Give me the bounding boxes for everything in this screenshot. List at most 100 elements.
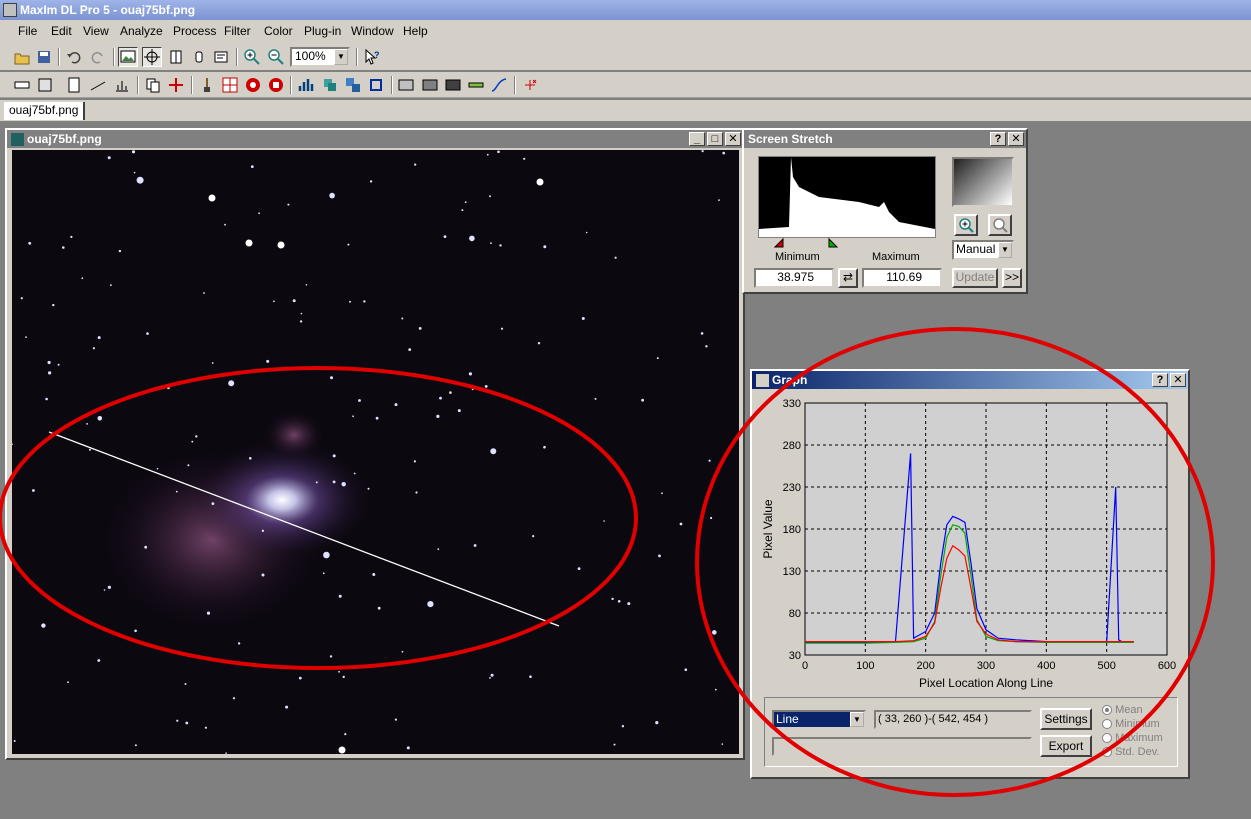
record-icon[interactable] — [243, 75, 263, 95]
stop-record-icon[interactable] — [266, 75, 286, 95]
update-button[interactable]: Update — [952, 268, 998, 288]
crosshair-red-icon[interactable] — [166, 75, 186, 95]
screen-stretch-titlebar[interactable]: Screen Stretch — [744, 130, 1026, 148]
astro-image[interactable] — [12, 150, 739, 754]
maximum-input[interactable]: 110.69 — [862, 268, 942, 288]
ruler-icon[interactable] — [12, 75, 32, 95]
measure-icon[interactable] — [88, 75, 108, 95]
chevron-down-icon[interactable]: ▼ — [850, 712, 864, 727]
graph-titlebar[interactable]: Graph — [752, 371, 1188, 389]
stretch-mode-select[interactable]: Manual ▼ — [952, 240, 1014, 260]
menu-analyze[interactable]: Analyze — [120, 24, 163, 38]
stack-icon[interactable] — [320, 75, 340, 95]
menu-view[interactable]: View — [83, 24, 109, 38]
save-icon[interactable] — [34, 47, 54, 67]
menu-color[interactable]: Color — [264, 24, 293, 38]
redo-icon[interactable] — [88, 47, 108, 67]
chevron-down-icon[interactable]: ▼ — [998, 242, 1012, 258]
bright-star — [338, 746, 346, 754]
menu-filter[interactable]: Filter — [224, 24, 251, 38]
minimum-marker-icon[interactable] — [774, 238, 788, 248]
help-icon[interactable]: ? — [990, 132, 1006, 146]
image-view-icon[interactable] — [118, 47, 138, 67]
settings-button[interactable]: Settings — [1040, 708, 1092, 730]
star — [415, 491, 418, 494]
maximize-icon[interactable]: □ — [707, 132, 723, 146]
option-minimum[interactable]: Minimum — [1102, 717, 1163, 731]
star — [211, 362, 214, 364]
minimize-icon[interactable]: _ — [689, 132, 705, 146]
minimum-input[interactable]: 38.975 — [754, 268, 834, 288]
star — [611, 597, 614, 601]
zoom-out-icon[interactable] — [266, 47, 286, 67]
image-b-icon[interactable] — [420, 75, 440, 95]
star — [323, 551, 330, 559]
menu-file[interactable]: File — [18, 24, 37, 38]
star — [532, 535, 535, 538]
grid-icon[interactable] — [220, 75, 240, 95]
image-window-titlebar[interactable]: ouaj75bf.png — [7, 130, 743, 148]
star — [353, 472, 356, 475]
option-mean[interactable]: Mean — [1102, 703, 1163, 717]
chevron-down-icon[interactable]: ▼ — [334, 49, 348, 65]
meter-icon[interactable] — [466, 75, 486, 95]
zoom-select[interactable]: 100% ▼ — [290, 47, 350, 67]
image-c-icon[interactable] — [443, 75, 463, 95]
histogram-icon[interactable] — [296, 75, 316, 95]
zoom-in-button[interactable] — [954, 214, 978, 236]
split-icon[interactable] — [166, 47, 186, 67]
line-profile-chart[interactable]: 0 100 200 300 400 500 600 3080130180230280330 … — [758, 393, 1186, 693]
star — [261, 529, 265, 532]
line-mode-select[interactable]: Line ▼ — [772, 710, 866, 729]
star — [101, 628, 104, 631]
tab-image[interactable]: ouaj75bf.png — [4, 102, 86, 120]
graph-icon — [756, 374, 769, 388]
info-icon[interactable] — [211, 47, 231, 67]
curve-icon[interactable] — [489, 75, 509, 95]
menu-process[interactable]: Process — [173, 24, 216, 38]
frame-icon[interactable] — [366, 75, 386, 95]
main-toolbar: 100% ▼ ? — [0, 44, 1251, 70]
star — [718, 199, 720, 201]
maximum-marker-icon[interactable] — [828, 238, 842, 248]
help-icon[interactable]: ? — [1152, 373, 1168, 387]
chart-small-icon[interactable] — [112, 75, 132, 95]
menu-help[interactable]: Help — [403, 24, 428, 38]
export-button[interactable]: Export — [1040, 735, 1092, 757]
undo-icon[interactable] — [64, 47, 84, 67]
star — [705, 345, 708, 348]
star — [131, 150, 136, 154]
star — [473, 544, 477, 547]
histogram[interactable] — [758, 156, 936, 238]
more-button[interactable]: >> — [1002, 268, 1022, 288]
menu-plugin[interactable]: Plug-in — [304, 24, 341, 38]
align-icon[interactable] — [343, 75, 363, 95]
minimum-value: 38.975 — [777, 270, 814, 284]
close-icon[interactable]: ✕ — [1008, 132, 1024, 146]
copy-icon[interactable] — [143, 75, 163, 95]
star — [20, 297, 23, 300]
help-pointer-icon[interactable]: ? — [362, 47, 382, 67]
option-stddev[interactable]: Std. Dev. — [1102, 745, 1163, 759]
star — [708, 459, 711, 462]
menu-edit[interactable]: Edit — [51, 24, 72, 38]
plus-minus-icon[interactable] — [520, 75, 540, 95]
open-icon[interactable] — [12, 47, 32, 67]
star — [25, 336, 27, 338]
option-maximum[interactable]: Maximum — [1102, 731, 1163, 745]
close-icon[interactable]: ✕ — [1170, 373, 1186, 387]
close-icon[interactable]: ✕ — [725, 132, 741, 146]
observatory-icon[interactable] — [35, 75, 55, 95]
swap-icon[interactable]: ⇄ — [838, 268, 858, 288]
crosshair-icon[interactable] — [142, 47, 162, 67]
menu-window[interactable]: Window — [351, 24, 394, 38]
brush-icon[interactable] — [197, 75, 217, 95]
coordinates-value: ( 33, 260 )-( 542, 454 ) — [878, 713, 989, 725]
y-tick-label: 30 — [789, 650, 801, 662]
image-a-icon[interactable] — [396, 75, 416, 95]
star — [81, 277, 84, 280]
hand-icon[interactable] — [189, 47, 209, 67]
zoom-out-button[interactable] — [988, 214, 1012, 236]
zoom-in-icon[interactable] — [242, 47, 262, 67]
document-icon[interactable] — [64, 75, 84, 95]
